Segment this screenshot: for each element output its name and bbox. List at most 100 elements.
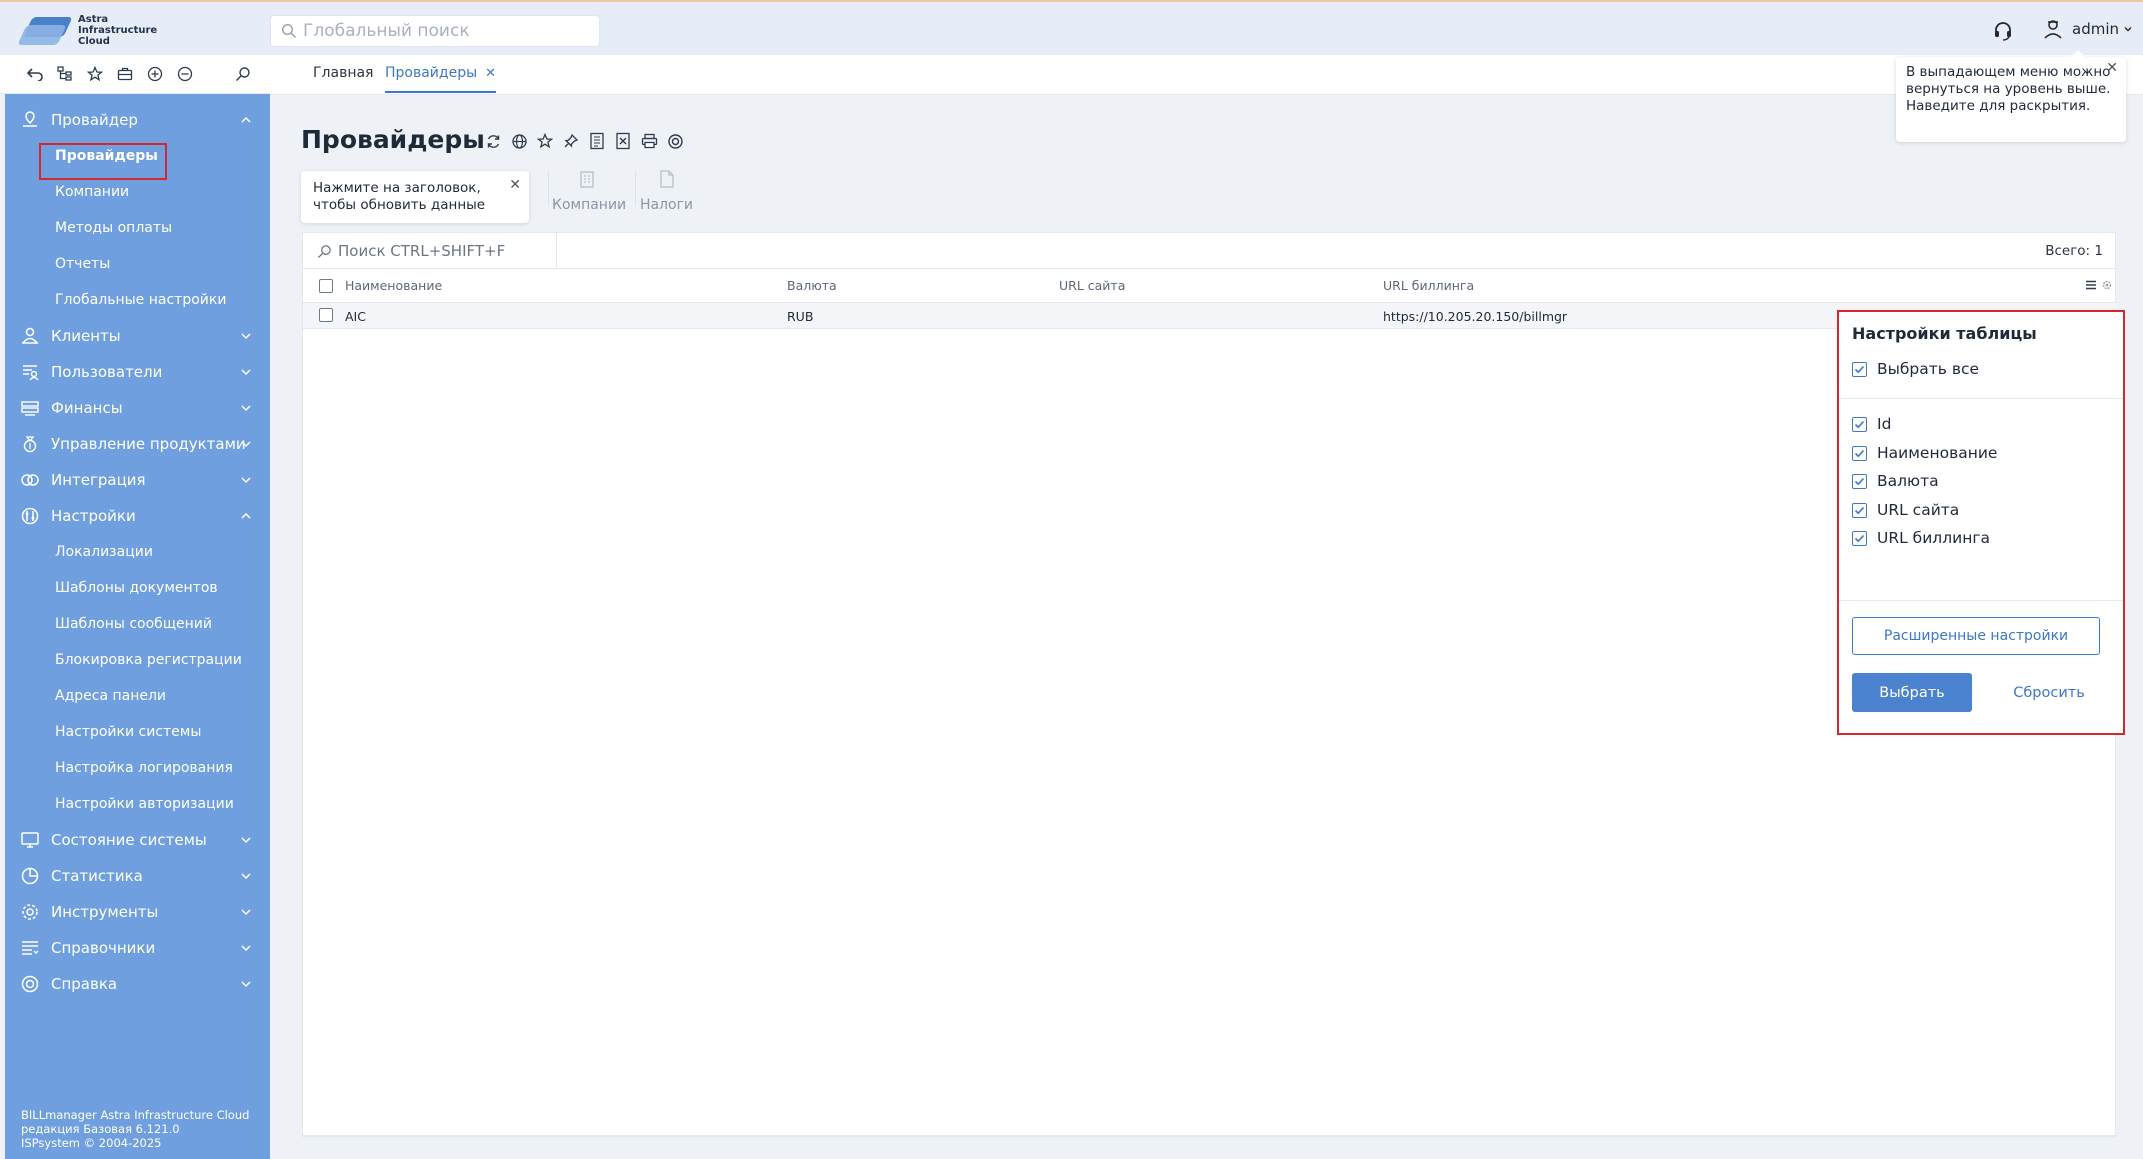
column-option[interactable]: URL биллинга (1852, 529, 1990, 547)
user-avatar-icon (2044, 20, 2062, 39)
document-icon[interactable] (584, 129, 610, 153)
sidebar-group-label: Интеграция (51, 471, 146, 489)
sidebar-item[interactable]: Настройки системы (5, 714, 270, 750)
print-icon[interactable] (636, 129, 662, 153)
close-tab-icon[interactable]: ✕ (485, 66, 496, 81)
sidebar-item[interactable]: Настройки авторизации (5, 786, 270, 822)
select-button[interactable]: Выбрать (1852, 673, 1972, 712)
global-search-input[interactable] (303, 21, 593, 41)
sidebar-group-3[interactable]: Финансы (5, 390, 270, 426)
sidebar-item[interactable]: Шаблоны документов (5, 570, 270, 606)
help-lifebuoy-icon[interactable] (662, 129, 688, 153)
directories-icon (22, 941, 39, 955)
column-option-label: Наименование (1877, 444, 1998, 462)
sidebar-group-label: Статистика (51, 867, 143, 885)
chevron-down-icon (241, 945, 251, 952)
sidebar-group-6[interactable]: Настройки (5, 498, 270, 534)
column-header-billing-url[interactable]: URL биллинга (1383, 278, 1474, 293)
sidebar-item[interactable]: Блокировка регистрации (5, 642, 270, 678)
refresh-hint-text: Нажмите на заголовок, чтобы обновить дан… (313, 180, 486, 213)
sidebar-group-1[interactable]: Клиенты (5, 318, 270, 354)
sidebar-group-label: Провайдер (51, 111, 138, 129)
refresh-hint-tooltip: Нажмите на заголовок, чтобы обновить дан… (301, 171, 529, 223)
companies-icon (580, 171, 594, 188)
column-header-site-url[interactable]: URL сайта (1059, 278, 1125, 293)
tab-home[interactable]: Главная (313, 65, 373, 93)
sidebar-group-8[interactable]: Статистика (5, 858, 270, 894)
sidebar-group-7[interactable]: Состояние системы (5, 822, 270, 858)
sidebar-group-11[interactable]: Справка (5, 966, 270, 1002)
close-icon[interactable]: ✕ (509, 177, 521, 194)
sidebar-group-label: Пользователи (51, 363, 163, 381)
menu-lines-icon[interactable] (2085, 279, 2097, 291)
column-option-label: Id (1877, 415, 1892, 433)
sidebar-footer: BILLmanager Astra Infrastructure Cloud ре… (21, 1108, 249, 1150)
favorite-star-icon[interactable] (532, 129, 558, 153)
tree-icon[interactable] (50, 63, 80, 85)
chevron-down-icon (241, 909, 251, 916)
excel-export-icon[interactable] (610, 129, 636, 153)
global-search[interactable] (270, 15, 600, 47)
select-all-option[interactable]: Выбрать все (1852, 360, 1979, 378)
chevron-down-icon (241, 837, 251, 844)
briefcase-icon[interactable] (110, 63, 140, 85)
divider (1839, 600, 2123, 601)
sidebar-item[interactable]: Адреса панели (5, 678, 270, 714)
support-headset-icon[interactable] (1992, 20, 2014, 42)
logo-mark (17, 15, 73, 47)
close-icon[interactable]: ✕ (2106, 60, 2118, 77)
logo[interactable]: Astra Infrastructure Cloud (17, 14, 158, 47)
table-search[interactable] (303, 233, 557, 269)
checkbox-checked-icon[interactable] (1852, 361, 1867, 377)
sidebar-item[interactable]: Глобальные настройки (5, 282, 270, 318)
star-icon[interactable] (80, 63, 110, 85)
refresh-icon[interactable] (480, 129, 506, 153)
sidebar-item[interactable]: Отчеты (5, 246, 270, 282)
globe-icon[interactable] (506, 129, 532, 153)
checkbox-checked-icon[interactable] (1852, 502, 1867, 518)
pin-icon[interactable] (558, 129, 584, 153)
column-header-currency[interactable]: Валюта (787, 278, 837, 293)
column-option[interactable]: Валюта (1852, 472, 1939, 490)
checkbox-checked-icon[interactable] (1852, 473, 1867, 489)
sidebar-item[interactable]: Шаблоны сообщений (5, 606, 270, 642)
column-option[interactable]: Id (1852, 415, 1891, 433)
sidebar-group-0[interactable]: Провайдер (5, 102, 270, 138)
row-checkbox[interactable] (319, 308, 333, 322)
table-search-input[interactable] (338, 242, 538, 260)
sidebar-item[interactable]: Локализации (5, 534, 270, 570)
sidebar: Провайдер Провайдеры Компании Методы оплат… (5, 94, 270, 1159)
user-menu[interactable]: admin (2042, 18, 2133, 40)
cell-billing-url[interactable]: https://10.205.20.150/billmgr (1383, 309, 1567, 324)
column-option[interactable]: Наименование (1852, 444, 1997, 462)
sidebar-group-9[interactable]: Инструменты (5, 894, 270, 930)
sidebar-group-5[interactable]: Интеграция (5, 462, 270, 498)
sidebar-group-label: Клиенты (51, 327, 121, 345)
checkbox-checked-icon[interactable] (1852, 445, 1867, 461)
advanced-settings-button[interactable]: Расширенные настройки (1852, 617, 2100, 655)
companies-action-button[interactable]: Компании (552, 169, 626, 213)
sidebar-group-2[interactable]: Пользователи (5, 354, 270, 390)
minus-circle-icon[interactable] (170, 63, 200, 85)
column-option[interactable]: URL сайта (1852, 501, 1959, 519)
logo-text: Astra Infrastructure Cloud (78, 14, 158, 47)
sidebar-group-4[interactable]: Управление продуктами (5, 426, 270, 462)
sidebar-item[interactable]: Настройка логирования (5, 750, 270, 786)
menu-search-icon[interactable] (228, 63, 258, 85)
plus-circle-icon[interactable] (140, 63, 170, 85)
checkbox-checked-icon[interactable] (1852, 416, 1867, 432)
tab-providers[interactable]: Провайдеры ✕ (385, 65, 497, 93)
column-header-name[interactable]: Наименование (345, 278, 442, 293)
taxes-action-button[interactable]: Налоги (639, 169, 694, 213)
divider (1839, 398, 2123, 399)
sidebar-group-10[interactable]: Справочники (5, 930, 270, 966)
users-icon (23, 365, 39, 381)
sidebar-item-label: Методы оплаты (55, 220, 173, 236)
back-icon[interactable] (20, 63, 50, 85)
select-all-checkbox[interactable] (319, 279, 333, 293)
page-title[interactable]: Провайдеры (301, 125, 485, 154)
sidebar-item[interactable]: Методы оплаты (5, 210, 270, 246)
checkbox-checked-icon[interactable] (1852, 530, 1867, 546)
reset-button[interactable]: Сбросить (1999, 673, 2099, 712)
gear-icon[interactable] (2101, 279, 2113, 291)
